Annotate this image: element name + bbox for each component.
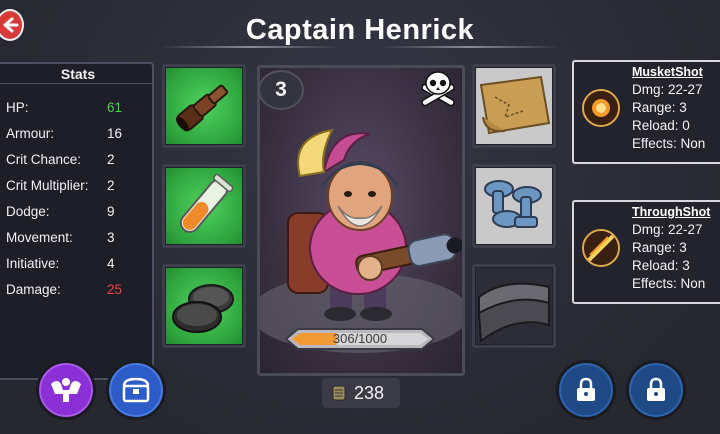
stats-panel: Stats HP: 61 Armour: 16 Crit Chance: 2 C… [0, 62, 154, 380]
coin-stack-icon [332, 385, 346, 401]
skill-effects: Effects: Non [632, 276, 706, 291]
stat-label: HP: [6, 100, 29, 115]
spyglass-icon [176, 84, 229, 132]
lock-icon [647, 377, 665, 401]
stat-value: 61 [107, 100, 123, 115]
stat-value: 3 [107, 230, 115, 245]
gold-counter: 238 [322, 378, 400, 408]
xp-text: 306/1000 [332, 331, 388, 346]
inventory-button[interactable] [106, 360, 166, 420]
skill-card-throughshot[interactable]: ThroughShot Dmg: 22-27 Range: 3 Reload: … [572, 200, 720, 304]
item-slot-map[interactable] [472, 64, 556, 148]
stat-label: Dodge: [6, 204, 50, 219]
stat-armour: Armour: 16 [6, 124, 146, 144]
stat-value: 4 [107, 256, 115, 271]
potion-vial-icon [179, 173, 234, 233]
stat-label: Damage: [6, 282, 61, 297]
cloth-icon [477, 282, 550, 343]
title-bar: Captain Henrick [160, 8, 560, 52]
locked-slot-button-1[interactable] [556, 360, 616, 420]
hero-level-badge: 3 [258, 70, 304, 110]
strength-icon [51, 378, 81, 402]
stat-label: Initiative: [6, 256, 60, 271]
skill-dmg: Dmg: 22-27 [632, 82, 703, 97]
chest-icon [122, 377, 150, 403]
skill-reload: Reload: 3 [632, 258, 690, 273]
stat-value: 25 [107, 282, 123, 297]
skull-crossbones-icon [421, 71, 455, 107]
stat-label: Armour: [6, 126, 55, 141]
bolts-icon [484, 180, 542, 228]
stat-value: 2 [107, 178, 115, 193]
skill-effects: Effects: Non [632, 136, 706, 151]
hero-name: Captain Henrick [245, 13, 475, 46]
item-slot-bombs[interactable] [162, 264, 246, 348]
stat-label: Movement: [6, 230, 73, 245]
musket-shot-icon [582, 89, 620, 127]
gold-value: 238 [354, 382, 385, 403]
skill-range: Range: 3 [632, 100, 687, 115]
strength-button[interactable] [36, 360, 96, 420]
stat-label: Crit Multiplier: [6, 178, 89, 193]
bombs-icon [172, 284, 234, 333]
back-arrow-icon [3, 17, 19, 33]
skill-name: ThroughShot [632, 205, 711, 219]
item-slot-cloth[interactable] [472, 264, 556, 348]
skill-name: MusketShot [632, 65, 703, 79]
lock-icon [577, 377, 595, 401]
stat-crit-chance: Crit Chance: 2 [6, 150, 146, 170]
skill-card-musketshot[interactable]: MusketShot Dmg: 22-27 Range: 3 Reload: 0… [572, 60, 720, 164]
map-scroll-icon [479, 75, 551, 135]
locked-slot-button-2[interactable] [626, 360, 686, 420]
back-button[interactable] [0, 9, 24, 41]
stat-damage: Damage: 25 [6, 280, 146, 300]
stat-value: 9 [107, 204, 115, 219]
skill-dmg: Dmg: 22-27 [632, 222, 703, 237]
stat-label: Crit Chance: [6, 152, 82, 167]
through-shot-icon [582, 229, 620, 267]
stat-dodge: Dodge: 9 [6, 202, 146, 222]
stats-header: Stats [0, 64, 152, 84]
item-slot-spyglass[interactable] [162, 64, 246, 148]
item-slot-bolts[interactable] [472, 164, 556, 248]
stat-value: 16 [107, 126, 123, 141]
stat-value: 2 [107, 152, 115, 167]
stat-crit-multiplier: Crit Multiplier: 2 [6, 176, 146, 196]
skill-reload: Reload: 0 [632, 118, 690, 133]
hero-level: 3 [275, 78, 287, 101]
item-slot-potion[interactable] [162, 164, 246, 248]
skill-range: Range: 3 [632, 240, 687, 255]
stat-movement: Movement: 3 [6, 228, 146, 248]
stat-initiative: Initiative: 4 [6, 254, 146, 274]
stat-hp: HP: 61 [6, 98, 146, 118]
